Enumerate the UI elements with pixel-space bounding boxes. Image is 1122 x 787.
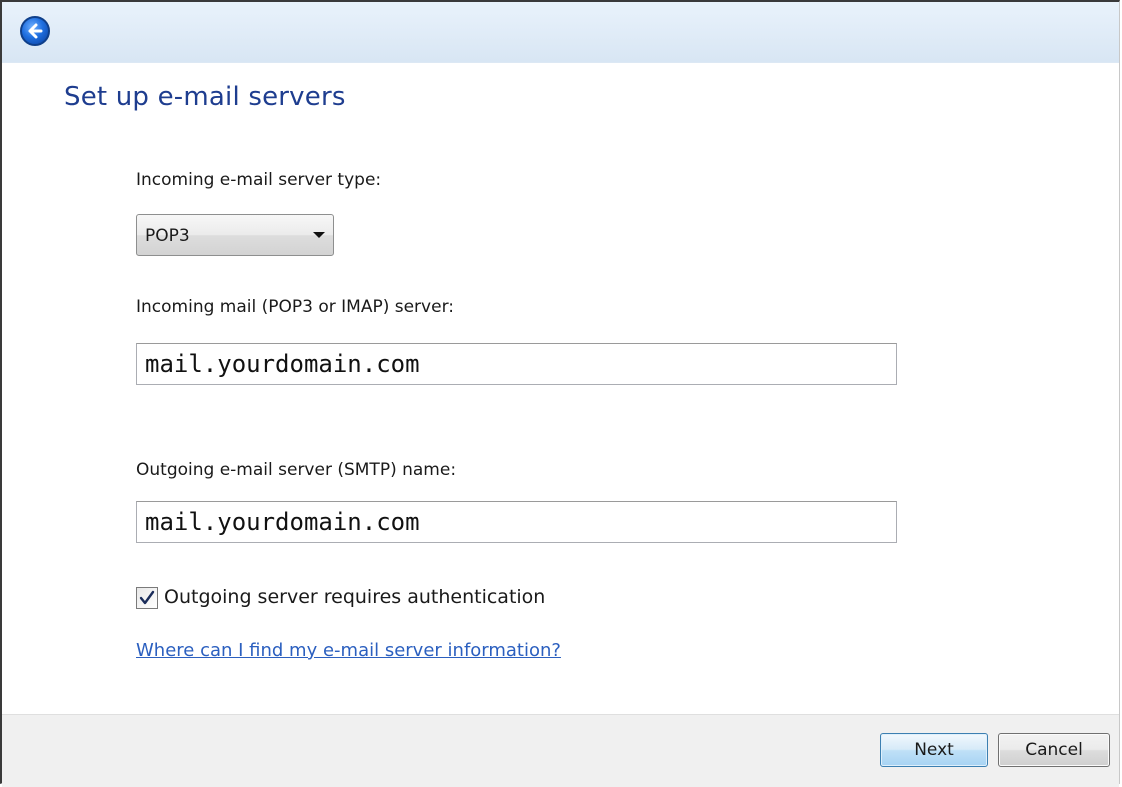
dialog-footer: Next Cancel xyxy=(2,714,1119,787)
back-arrow-icon xyxy=(28,23,43,39)
outgoing-server-label: Outgoing e-mail server (SMTP) name: xyxy=(136,460,457,480)
auth-checkbox[interactable] xyxy=(136,587,158,609)
incoming-type-label: Incoming e-mail server type: xyxy=(136,170,382,190)
incoming-type-value: POP3 xyxy=(145,226,190,246)
incoming-server-input[interactable] xyxy=(136,343,897,385)
incoming-server-label: Incoming mail (POP3 or IMAP) server: xyxy=(136,297,454,317)
back-button[interactable] xyxy=(20,16,50,46)
next-button[interactable]: Next xyxy=(880,733,988,767)
server-info-help-link[interactable]: Where can I find my e-mail server inform… xyxy=(136,640,561,661)
checkmark-icon xyxy=(139,590,155,605)
setup-email-dialog: Set up e-mail servers Incoming e-mail se… xyxy=(0,0,1120,787)
title-bar xyxy=(2,2,1119,63)
auth-checkbox-label[interactable]: Outgoing server requires authentication xyxy=(164,586,545,608)
incoming-type-select[interactable]: POP3 xyxy=(136,214,334,256)
outgoing-server-input[interactable] xyxy=(136,501,897,543)
chevron-down-icon xyxy=(313,232,325,238)
page-title: Set up e-mail servers xyxy=(64,82,346,112)
cancel-button[interactable]: Cancel xyxy=(998,733,1110,767)
